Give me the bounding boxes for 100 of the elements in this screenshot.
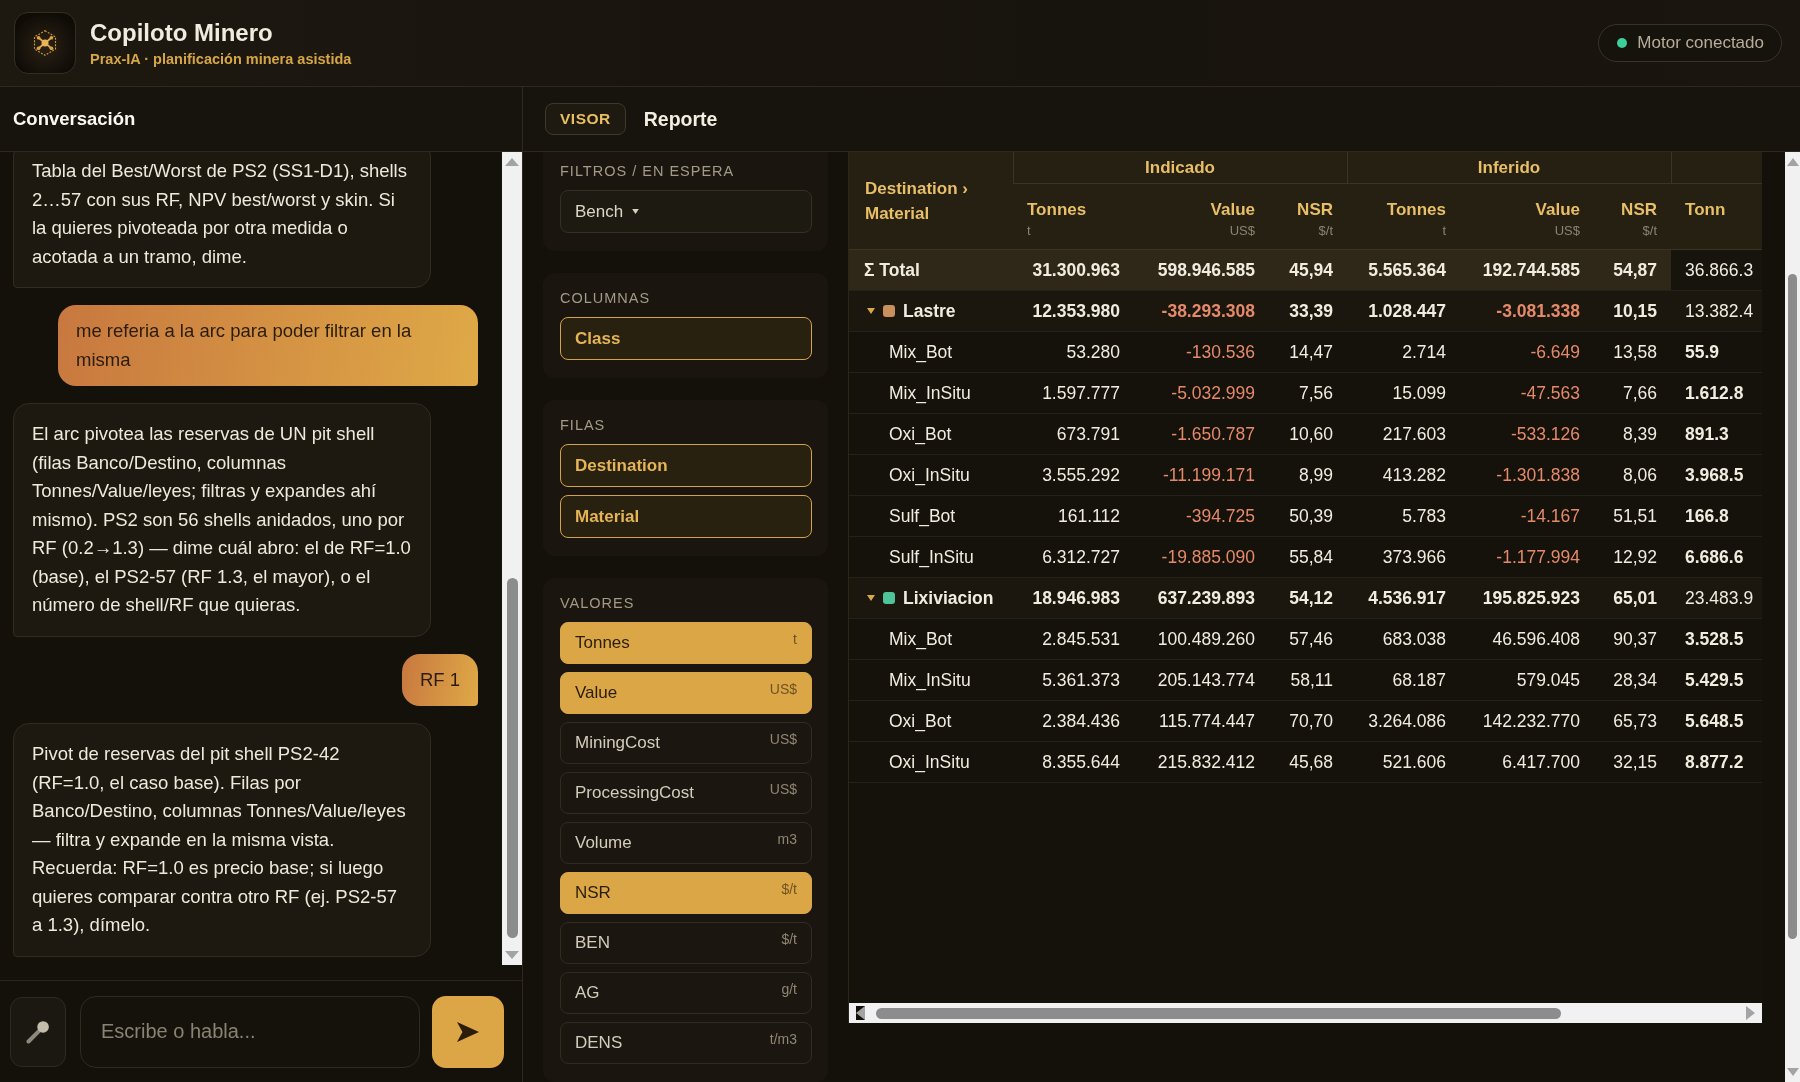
zone-label: FILAS bbox=[560, 416, 607, 434]
measure-toggle[interactable]: MiningCost US$ bbox=[560, 722, 812, 764]
scrollbar[interactable] bbox=[849, 1003, 1762, 1023]
table-cell: 10,60 bbox=[1269, 413, 1347, 455]
tab[interactable]: Reporte bbox=[642, 103, 719, 135]
field-chip[interactable]: Material bbox=[560, 495, 812, 538]
table-cell: 58,11 bbox=[1269, 659, 1347, 701]
table-cell: 2.845.531 bbox=[1013, 618, 1134, 660]
unit-label: m3 bbox=[777, 831, 797, 847]
table-cell: 115.774.447 bbox=[1134, 700, 1269, 742]
table-cell: 55.9 bbox=[1671, 331, 1762, 373]
table-cell: 8,99 bbox=[1269, 454, 1347, 496]
measure-toggle[interactable]: DENS t/m3 bbox=[560, 1022, 812, 1064]
column-group-header: Inferido bbox=[1347, 152, 1671, 184]
table-cell: 142.232.770 bbox=[1460, 700, 1594, 742]
table-cell: 5.361.373 bbox=[1013, 659, 1134, 701]
assistant-message: Tabla del Best/Worst de PS2 (SS1-D1), shells 2…57 con sus RF, NPV best/worst y skin. Si la quieres pivoteada por otra medida o acotada a un tramo, dime. bbox=[13, 152, 431, 288]
table-cell: 28,34 bbox=[1594, 659, 1671, 701]
hexagon-emblem-icon bbox=[14, 12, 76, 74]
table-cell: 1.597.777 bbox=[1013, 372, 1134, 414]
table-cell: 637.239.893 bbox=[1134, 577, 1269, 619]
table-cell: 4.536.917 bbox=[1347, 577, 1460, 619]
table-cell: -394.725 bbox=[1134, 495, 1269, 537]
measure-toggle[interactable]: Value US$ bbox=[560, 672, 812, 714]
measure-toggle[interactable]: NSR $/t bbox=[560, 872, 812, 914]
table-cell: 8,39 bbox=[1594, 413, 1671, 455]
field-chip[interactable]: Class bbox=[560, 317, 812, 360]
user-message: me referia a la arc para poder filtrar en la misma bbox=[58, 305, 478, 386]
caret-icon[interactable] bbox=[867, 595, 875, 601]
table-cell: 57,46 bbox=[1269, 618, 1347, 660]
table-cell: 2.714 bbox=[1347, 331, 1460, 373]
unit-label: US$ bbox=[769, 781, 797, 797]
unit-label: US$ bbox=[1553, 222, 1580, 240]
measure-toggle[interactable]: ProcessingCost US$ bbox=[560, 772, 812, 814]
table-cell: 18.946.983 bbox=[1013, 577, 1134, 619]
table-cell: 8.877.2 bbox=[1671, 741, 1762, 783]
column-header: Value bbox=[1534, 199, 1580, 221]
table-cell: 215.832.412 bbox=[1134, 741, 1269, 783]
table-cell: 65,01 bbox=[1594, 577, 1671, 619]
microphone-button[interactable] bbox=[10, 996, 66, 1067]
unit-label: t/m3 bbox=[769, 1031, 797, 1047]
table-cell: 12.353.980 bbox=[1013, 290, 1134, 332]
measure-toggle[interactable]: BEN $/t bbox=[560, 922, 812, 964]
table-cell: 683.038 bbox=[1347, 618, 1460, 660]
table-cell: 413.282 bbox=[1347, 454, 1460, 496]
table-cell: -5.032.999 bbox=[1134, 372, 1269, 414]
row-label: Sulf_Bot bbox=[849, 495, 1013, 537]
scrollbar[interactable] bbox=[1785, 152, 1800, 1082]
row-label: Sulf_InSitu bbox=[849, 536, 1013, 578]
table-cell: -1.301.838 bbox=[1460, 454, 1594, 496]
table-cell: -19.885.090 bbox=[1134, 536, 1269, 578]
table-cell: 45,94 bbox=[1269, 249, 1347, 291]
measure-toggle[interactable]: AG g/t bbox=[560, 972, 812, 1014]
table-cell: 217.603 bbox=[1347, 413, 1460, 455]
table-cell: 5.648.5 bbox=[1671, 700, 1762, 742]
column-group-header: Indicado bbox=[1013, 152, 1347, 184]
table-cell: 45,68 bbox=[1269, 741, 1347, 783]
table-cell: 23.483.9 bbox=[1671, 577, 1762, 619]
column-header: Tonnes bbox=[1385, 199, 1446, 221]
table-cell: 15.099 bbox=[1347, 372, 1460, 414]
scrollbar[interactable] bbox=[502, 152, 522, 965]
tab[interactable]: VISOR bbox=[545, 103, 626, 135]
caret-icon[interactable] bbox=[867, 308, 875, 314]
row-label: Mix_InSitu bbox=[849, 372, 1013, 414]
measure-toggle[interactable]: Tonnes t bbox=[560, 622, 812, 664]
table-cell: -3.081.338 bbox=[1460, 290, 1594, 332]
table-cell: 100.489.260 bbox=[1134, 618, 1269, 660]
table-cell: 195.825.923 bbox=[1460, 577, 1594, 619]
unit-label: US$ bbox=[1228, 222, 1255, 240]
status-label: Motor conectado bbox=[1637, 33, 1764, 53]
unit-label: $/t bbox=[1641, 222, 1657, 240]
field-chip[interactable]: Destination bbox=[560, 444, 812, 487]
table-cell: 521.606 bbox=[1347, 741, 1460, 783]
row-label: Mix_InSitu bbox=[849, 659, 1013, 701]
panel-title: Conversación bbox=[13, 108, 136, 130]
table-cell: 54,87 bbox=[1594, 249, 1671, 291]
table-cell: -14.167 bbox=[1460, 495, 1594, 537]
table-cell: 2.384.436 bbox=[1013, 700, 1134, 742]
table-cell: 5.429.5 bbox=[1671, 659, 1762, 701]
message-input[interactable]: Escribe o habla... bbox=[80, 995, 420, 1068]
table-cell: 13.382.4 bbox=[1671, 290, 1762, 332]
table-cell: 10,15 bbox=[1594, 290, 1671, 332]
table-cell: 161.112 bbox=[1013, 495, 1134, 537]
table-cell: 5.783 bbox=[1347, 495, 1460, 537]
table-cell: 3.264.086 bbox=[1347, 700, 1460, 742]
table-cell: -1.177.994 bbox=[1460, 536, 1594, 578]
table-cell: 891.3 bbox=[1671, 413, 1762, 455]
row-label: Lixiviacion bbox=[903, 587, 994, 609]
column-header: NSR bbox=[1620, 199, 1657, 221]
table-cell: 50,39 bbox=[1269, 495, 1347, 537]
unit-label: $/t bbox=[1317, 222, 1333, 240]
unit-label: US$ bbox=[769, 731, 797, 747]
table-cell: 6.417.700 bbox=[1460, 741, 1594, 783]
filter-dropdown[interactable]: Bench bbox=[560, 190, 812, 233]
column-header: NSR bbox=[1296, 199, 1333, 221]
send-button[interactable] bbox=[432, 995, 504, 1068]
table-cell: 3.555.292 bbox=[1013, 454, 1134, 496]
table-cell: 7,66 bbox=[1594, 372, 1671, 414]
unit-label: g/t bbox=[781, 981, 797, 997]
measure-toggle[interactable]: Volume m3 bbox=[560, 822, 812, 864]
